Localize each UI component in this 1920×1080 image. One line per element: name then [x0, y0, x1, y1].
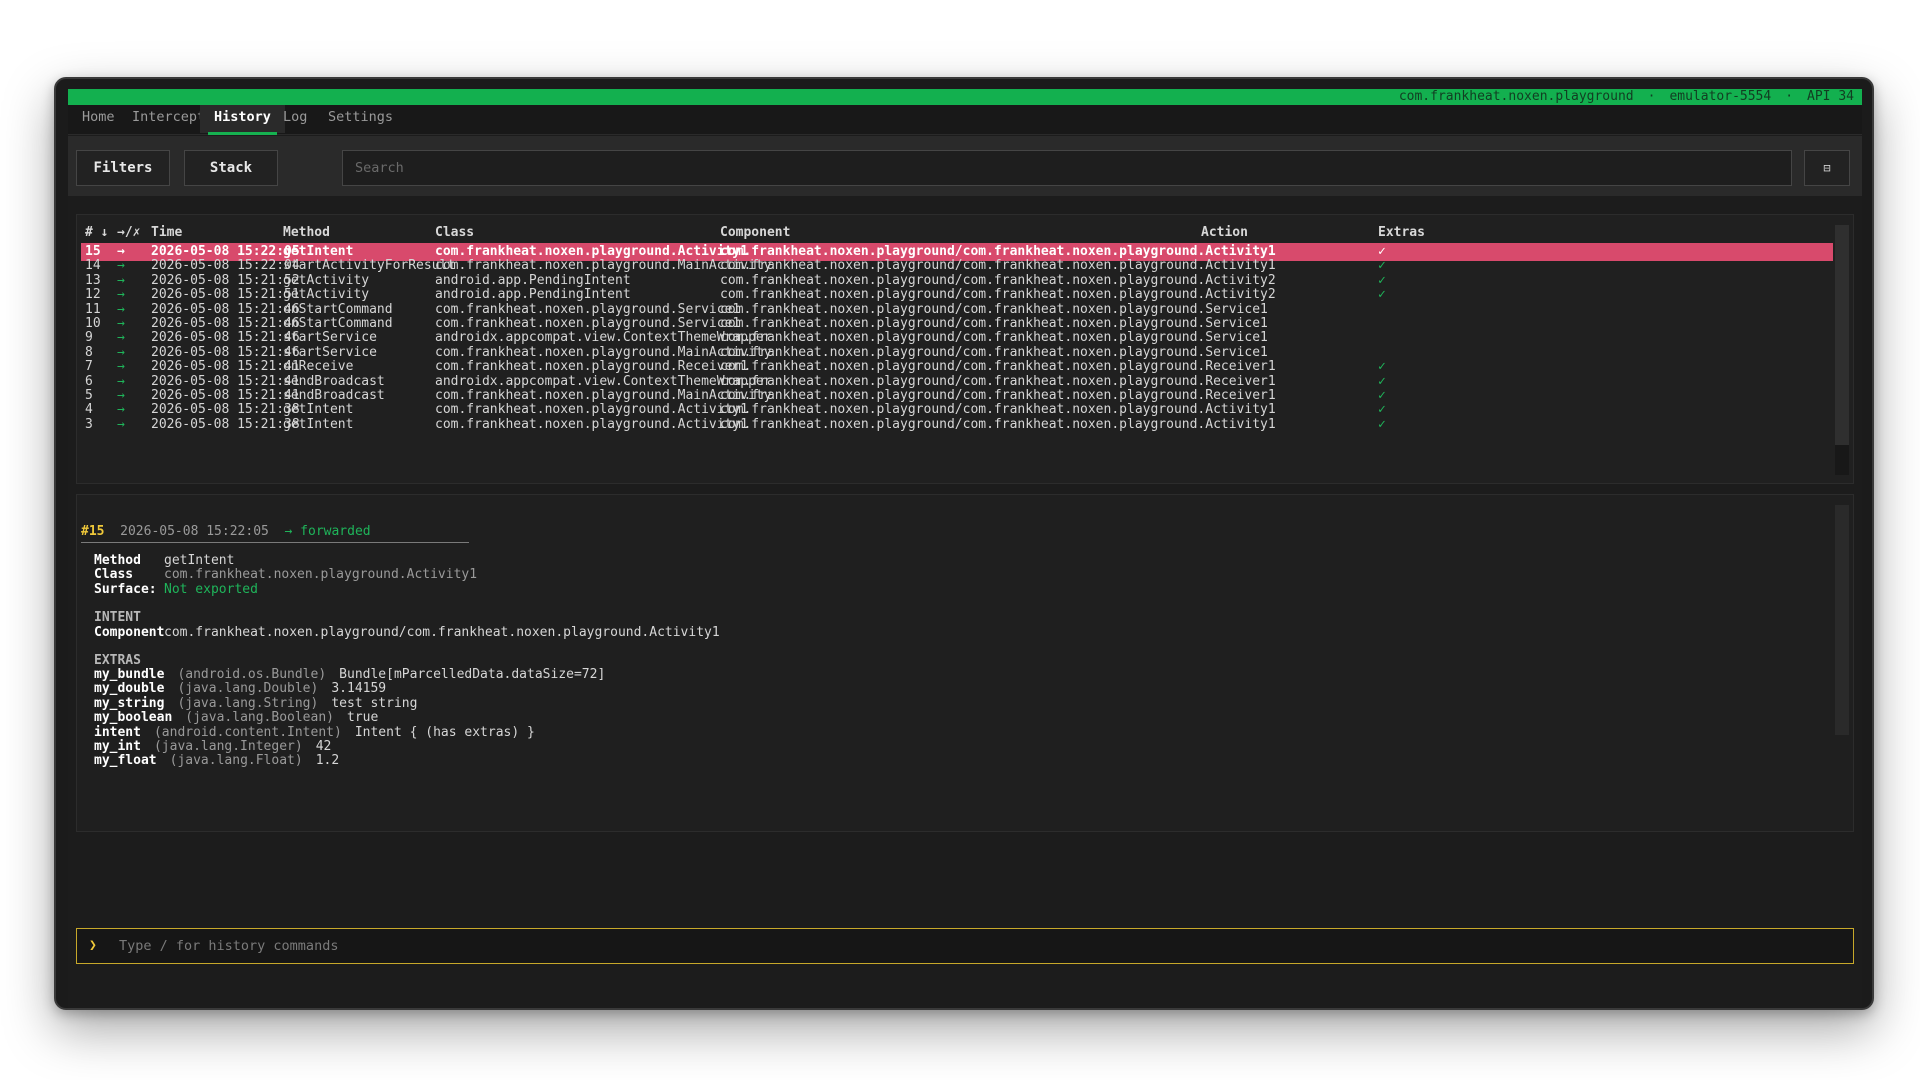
table-scrollbar-thumb[interactable] [1835, 225, 1849, 445]
status-bar: com.frankheat.noxen.playground · emulator-… [68, 89, 1862, 105]
cell-extras: ✓ [1378, 416, 1386, 432]
detail-time: 2026-05-08 15:22:05 [120, 524, 269, 539]
tab-settings[interactable]: Settings [314, 105, 407, 133]
cell-time: 2026-05-08 15:21:38 [151, 416, 300, 432]
stack-button[interactable]: Stack [184, 150, 278, 186]
cell-method: getIntent [283, 416, 354, 432]
status-package: com.frankheat.noxen.playground [1398, 89, 1634, 104]
prompt-chevron-icon: ❯ [89, 938, 97, 953]
app-window: com.frankheat.noxen.playground · emulator-… [54, 77, 1874, 1010]
tab-bar: Home Intercept History Log Settings [68, 105, 1862, 135]
filters-button[interactable]: Filters [76, 150, 170, 186]
cell-direction: → [117, 416, 125, 432]
detail-panel: #15 2026-05-08 15:22:05 → forwarded Meth… [76, 494, 1854, 832]
extra-item: my_float (java.lang.Float) 1.2 [94, 752, 339, 770]
extra-key: my_float [94, 753, 157, 769]
app-content: com.frankheat.noxen.playground · emulator-… [68, 89, 1862, 1008]
header-num[interactable]: # ↓ [85, 225, 108, 240]
cell-num: 3 [85, 416, 93, 432]
header-action[interactable]: Action [1201, 225, 1248, 240]
extra-type: (java.lang.Float) [169, 753, 303, 769]
extra-value: 1.2 [315, 753, 340, 769]
intent-component: Componentcom.frankheat.noxen.playground/… [94, 624, 720, 642]
command-input[interactable] [119, 933, 1819, 959]
status-separator: · [1785, 89, 1794, 104]
history-table: # ↓ →/✗ Time Method Class Component Acti… [76, 214, 1854, 484]
header-class[interactable]: Class [435, 225, 474, 240]
header-component[interactable]: Component [720, 225, 790, 240]
detail-status: → forwarded [284, 524, 371, 539]
table-header: # ↓ →/✗ Time Method Class Component Acti… [81, 225, 1833, 243]
status-device: emulator-5554 [1669, 89, 1772, 104]
cell-component: com.frankheat.noxen.playground/com.frank… [720, 416, 1276, 432]
search-input[interactable] [342, 150, 1792, 186]
detail-scrollbar[interactable] [1835, 505, 1849, 735]
detail-header: #15 2026-05-08 15:22:05 → forwarded [81, 523, 371, 541]
status-separator: · [1647, 89, 1656, 104]
table-scrollbar[interactable] [1835, 225, 1849, 475]
field-value: com.frankheat.noxen.playground.Activity1 [164, 567, 478, 582]
header-extras[interactable]: Extras [1378, 225, 1425, 240]
extra-value: Intent { (has extras) } [354, 724, 535, 740]
layout-toggle-icon[interactable]: ⊟ [1804, 150, 1850, 186]
status-api: API 34 [1807, 89, 1854, 104]
detail-id: #15 [81, 524, 105, 539]
field-value: Not exported [164, 582, 258, 597]
toolbar: Filters Stack ⊟ [68, 136, 1862, 196]
header-method[interactable]: Method [283, 225, 330, 240]
intent-component-label: Component [94, 625, 165, 640]
field-label: Surface: [94, 582, 157, 597]
header-time[interactable]: Time [151, 225, 182, 240]
table-row[interactable]: 3 → 2026-05-08 15:21:38 getIntent com.frankh… [81, 416, 1833, 434]
command-bar: ❯ [76, 928, 1854, 964]
cell-class: com.frankheat.noxen.playground.Activity1 [435, 416, 749, 432]
detail-field-surface: Surface: Not exported [94, 581, 258, 599]
detail-header-divider [81, 542, 469, 543]
header-direction: →/✗ [117, 225, 141, 240]
intent-component-value: com.frankheat.noxen.playground/com.frank… [164, 625, 720, 640]
